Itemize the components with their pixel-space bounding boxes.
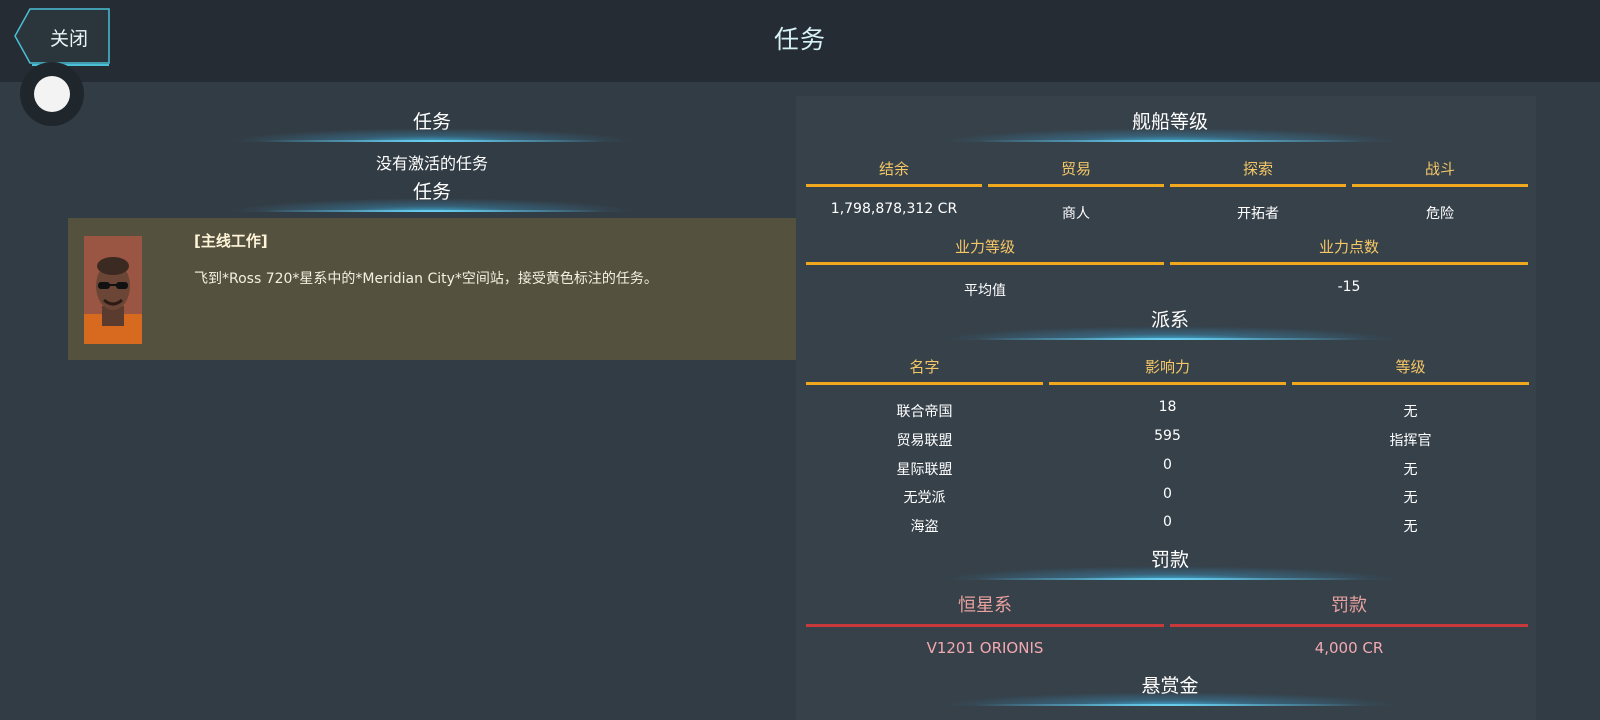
faction-rank: 指挥官 — [1389, 433, 1432, 449]
faction-name: 星际联盟 — [896, 462, 953, 478]
fine-star-system-value: V1201 ORIONIS — [926, 639, 1044, 657]
col-faction-rank: 等级 — [1292, 356, 1529, 385]
fines-header: 罚款 — [940, 546, 1400, 580]
col-faction-name: 名字 — [806, 356, 1043, 385]
toggle-icon — [34, 76, 70, 112]
col-combat: 战斗 — [1352, 158, 1528, 187]
faction-rank: 无 — [1403, 490, 1418, 506]
faction-influence: 0 — [1163, 514, 1172, 530]
exploration-rank-value: 开拓者 — [1237, 206, 1279, 222]
faction-name: 海盗 — [910, 519, 939, 535]
col-faction-influence: 影响力 — [1049, 356, 1286, 385]
mission-card[interactable]: [主线工作] 飞到*Ross 720*星系中的*Meridian City*空间… — [68, 218, 796, 360]
karma-level-value: 平均值 — [964, 283, 1006, 299]
faction-rank: 无 — [1403, 462, 1418, 478]
col-fine-amount: 罚款 — [1170, 594, 1528, 627]
missions-header: 任务 — [228, 108, 636, 142]
faction-name: 无党派 — [903, 490, 946, 506]
page-title: 任务 — [773, 25, 826, 54]
col-trade: 贸易 — [988, 158, 1164, 187]
faction-name: 贸易联盟 — [896, 433, 953, 449]
ship-rank-header: 舰船等级 — [940, 108, 1400, 142]
col-exploration: 探索 — [1170, 158, 1346, 187]
faction-rank: 无 — [1403, 519, 1418, 535]
factions-header: 派系 — [940, 306, 1400, 340]
balance-value: 1,798,878,312 CR — [830, 201, 958, 217]
missions-header-secondary: 任务 — [228, 178, 636, 212]
close-label: 关闭 — [50, 28, 89, 50]
col-balance: 结余 — [806, 158, 982, 187]
faction-influence: 0 — [1163, 486, 1172, 502]
fine-amount-value: 4,000 CR — [1314, 639, 1384, 657]
faction-name: 联合帝国 — [896, 404, 953, 420]
toggle-button[interactable] — [20, 62, 84, 126]
no-active-missions-text: 没有激活的任务 — [375, 154, 488, 173]
faction-influence: 18 — [1158, 399, 1177, 415]
faction-rank: 无 — [1403, 404, 1418, 420]
col-karma-level: 业力等级 — [806, 236, 1164, 265]
combat-rank-value: 危险 — [1426, 206, 1454, 222]
close-button[interactable]: 关闭 — [14, 8, 110, 66]
col-karma-points: 业力点数 — [1170, 236, 1528, 265]
trade-rank-value: 商人 — [1062, 206, 1090, 222]
faction-influence: 0 — [1163, 457, 1172, 473]
faction-influence: 595 — [1154, 428, 1181, 444]
karma-points-value: -15 — [1337, 279, 1361, 295]
col-star-system: 恒星系 — [806, 594, 1164, 627]
pilot-portrait-icon — [84, 236, 142, 344]
mission-description: 飞到*Ross 720*星系中的*Meridian City*空间站，接受黄色标… — [194, 271, 658, 287]
mission-title: [主线工作] — [194, 232, 268, 250]
bounty-header: 悬赏金 — [940, 672, 1400, 706]
